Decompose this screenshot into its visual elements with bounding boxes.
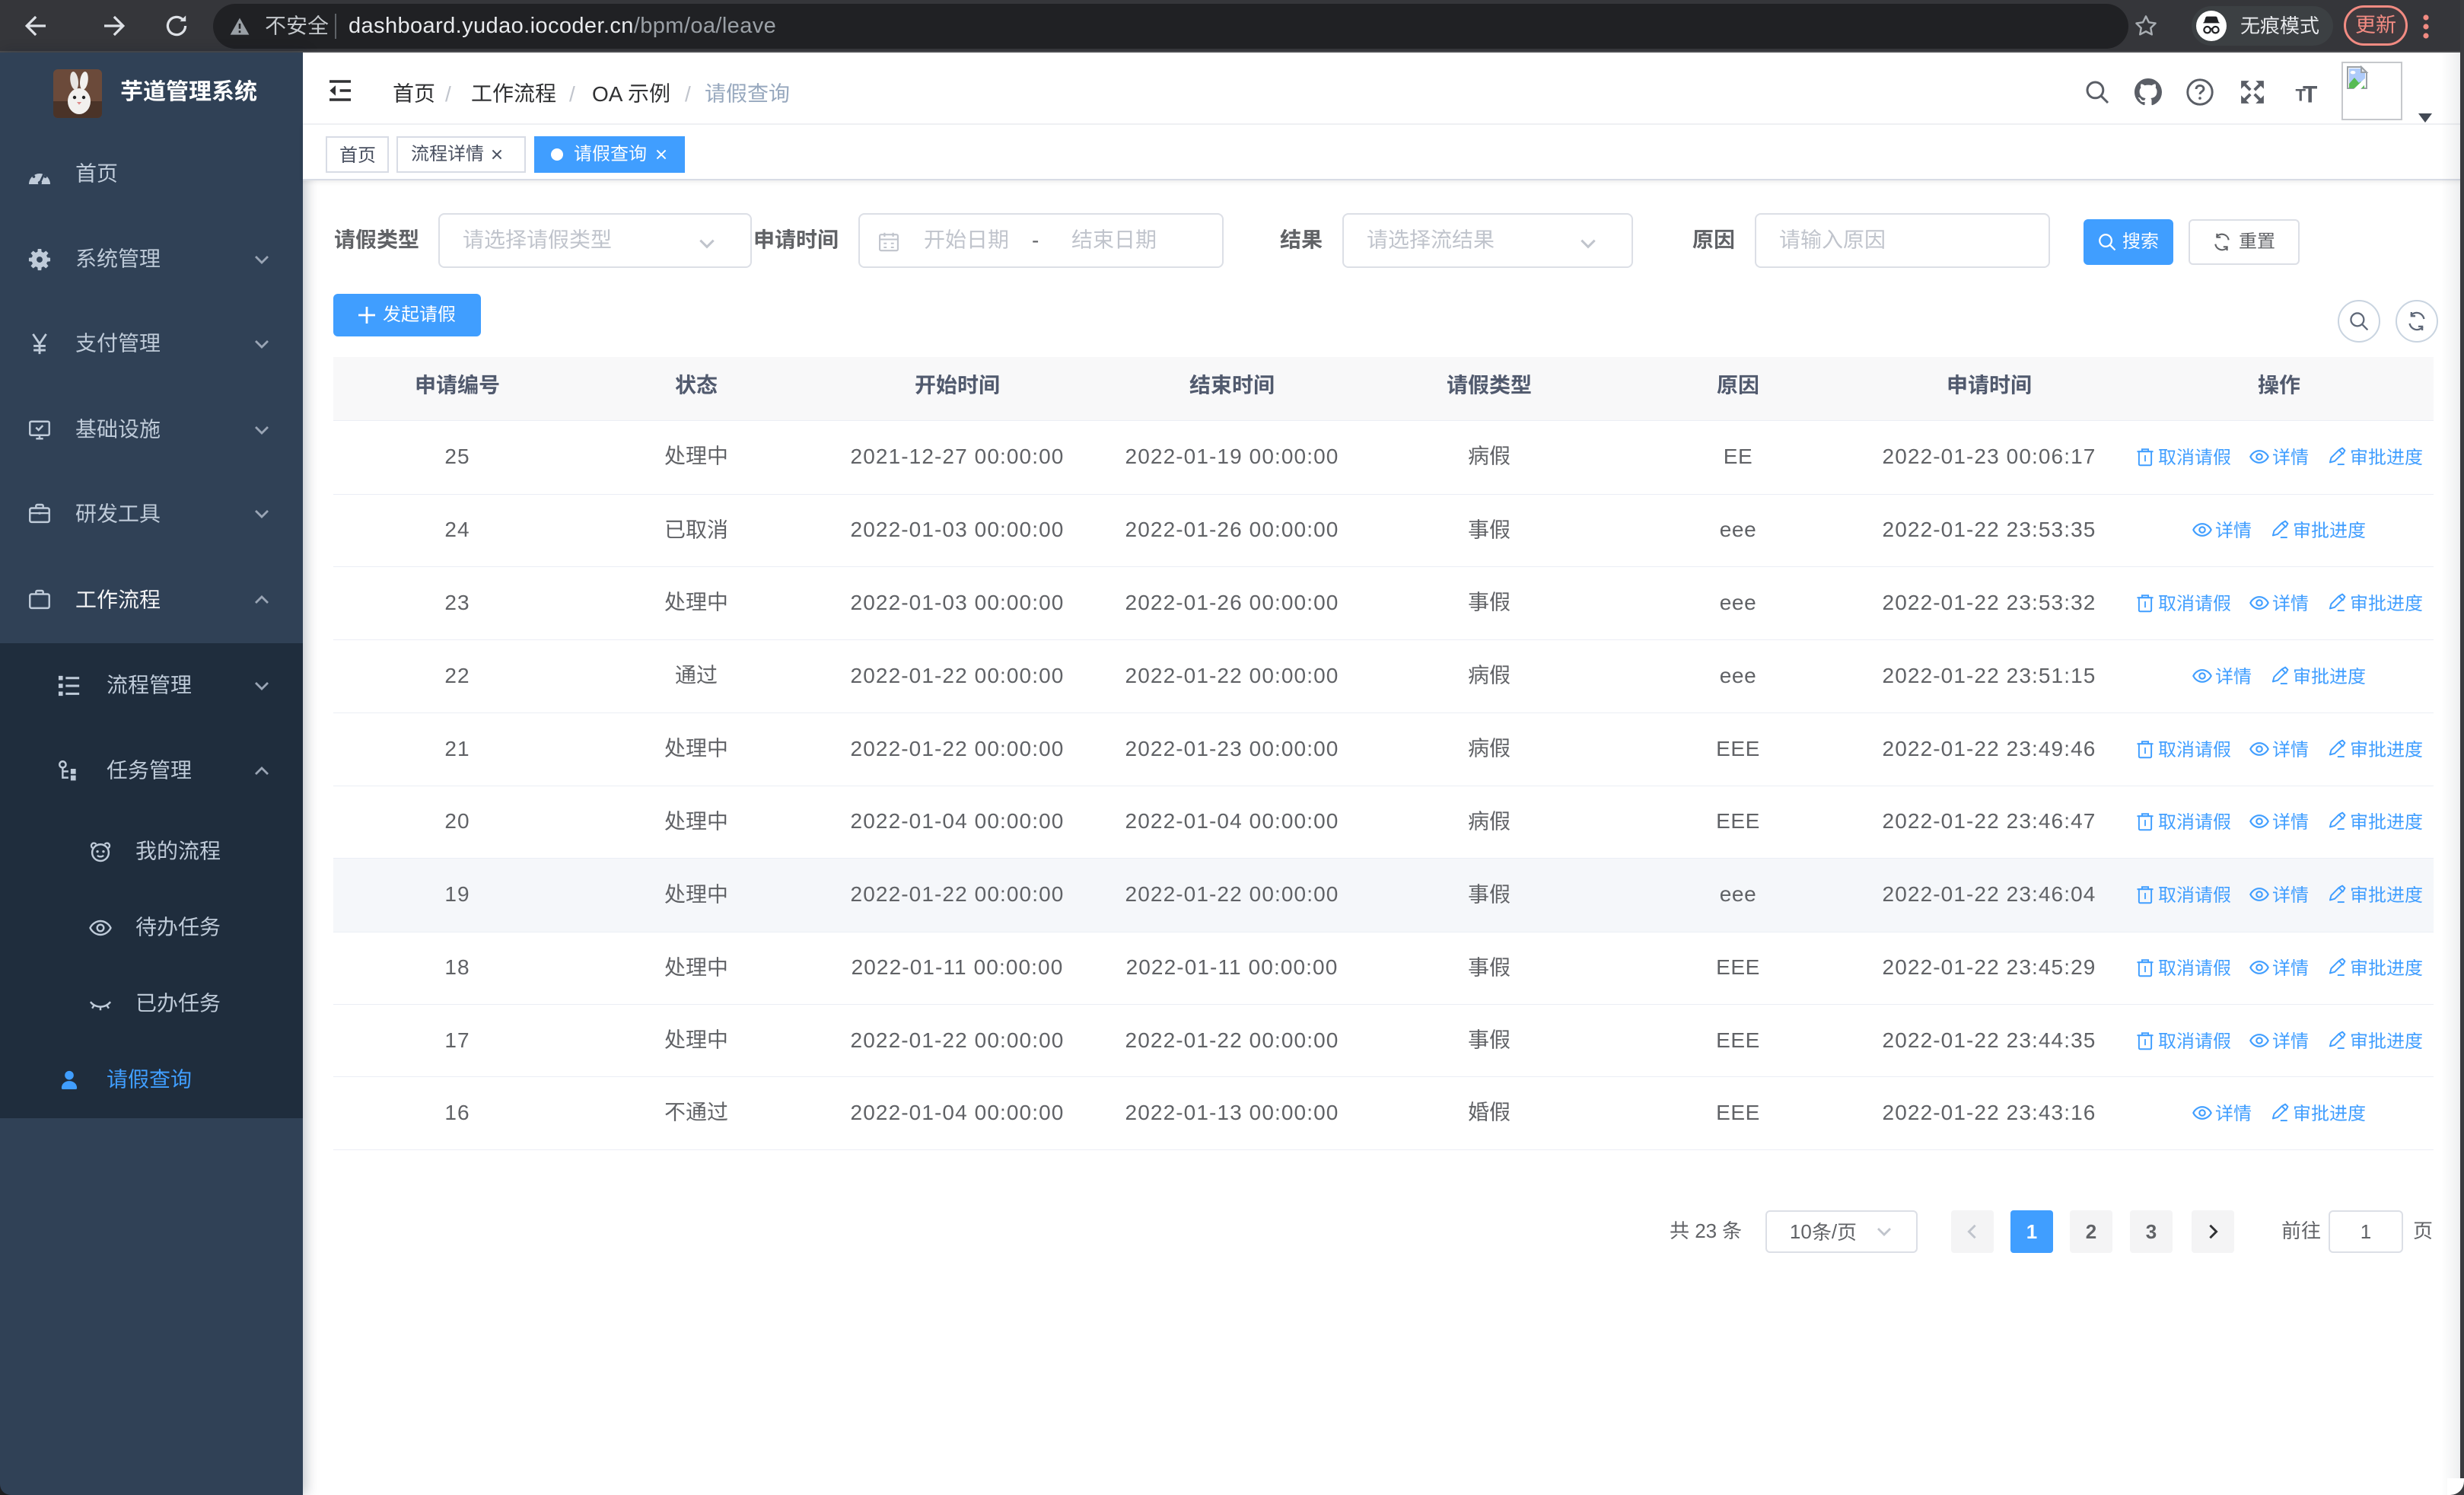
svg-text:T: T: [2303, 81, 2317, 107]
